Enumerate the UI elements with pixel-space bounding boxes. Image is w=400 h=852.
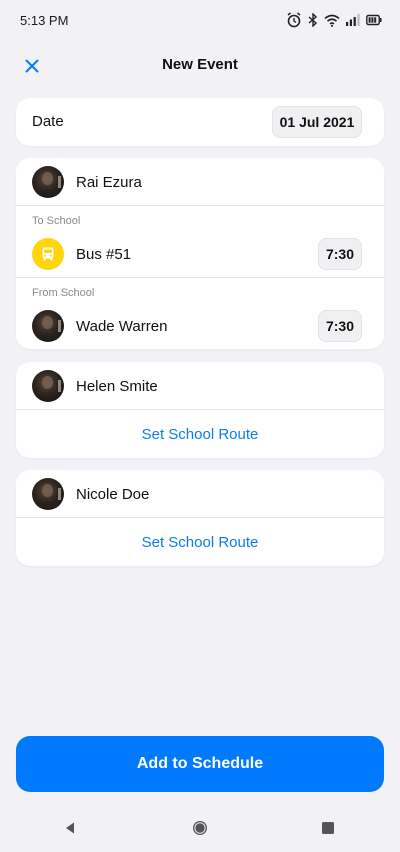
to-school-row[interactable]: Bus #51 7:30 xyxy=(16,230,384,278)
home-icon[interactable] xyxy=(190,818,210,838)
date-card: Date 01 Jul 2021 xyxy=(16,98,384,146)
alarm-icon xyxy=(286,12,302,28)
bluetooth-icon xyxy=(308,13,318,27)
set-school-route-button[interactable]: Set School Route xyxy=(16,410,384,458)
date-picker[interactable]: 01 Jul 2021 xyxy=(272,106,362,138)
date-label: Date xyxy=(32,113,64,130)
add-to-schedule-button[interactable]: Add to Schedule xyxy=(16,736,384,792)
student-card: Nicole Doe Set School Route xyxy=(16,470,384,566)
status-bar: 5:13 PM xyxy=(0,0,400,40)
student-card: Helen Smite Set School Route xyxy=(16,362,384,458)
recents-icon[interactable] xyxy=(318,818,338,838)
back-icon[interactable] xyxy=(60,818,80,838)
avatar xyxy=(32,370,64,402)
from-school-label: From School xyxy=(32,287,95,299)
from-school-person: Wade Warren xyxy=(76,318,168,335)
status-icons xyxy=(286,12,382,28)
status-time: 5:13 PM xyxy=(20,12,69,28)
divider xyxy=(16,205,384,206)
student-row[interactable]: Rai Ezura xyxy=(16,158,384,206)
avatar xyxy=(32,478,64,510)
header: New Event xyxy=(0,44,400,88)
from-school-time[interactable]: 7:30 xyxy=(318,310,362,342)
avatar xyxy=(32,166,64,198)
to-school-time[interactable]: 7:30 xyxy=(318,238,362,270)
student-row[interactable]: Nicole Doe xyxy=(16,470,384,518)
page-title: New Event xyxy=(162,56,238,73)
avatar xyxy=(32,310,64,342)
signal-icon xyxy=(346,14,360,26)
student-name: Nicole Doe xyxy=(76,486,150,503)
to-school-label: To School xyxy=(32,215,81,227)
student-name: Helen Smite xyxy=(76,378,158,395)
navigation-bar xyxy=(0,808,400,848)
from-school-row[interactable]: Wade Warren 7:30 xyxy=(16,302,384,349)
divider xyxy=(16,277,384,278)
student-row[interactable]: Helen Smite xyxy=(16,362,384,410)
to-school-transport: Bus #51 xyxy=(76,246,132,263)
student-card: Rai Ezura To School Bus #51 7:30 From Sc… xyxy=(16,158,384,349)
bus-icon xyxy=(32,238,64,270)
set-school-route-button[interactable]: Set School Route xyxy=(16,518,384,566)
student-name: Rai Ezura xyxy=(76,174,142,191)
wifi-icon xyxy=(324,14,340,27)
battery-icon xyxy=(366,14,382,26)
